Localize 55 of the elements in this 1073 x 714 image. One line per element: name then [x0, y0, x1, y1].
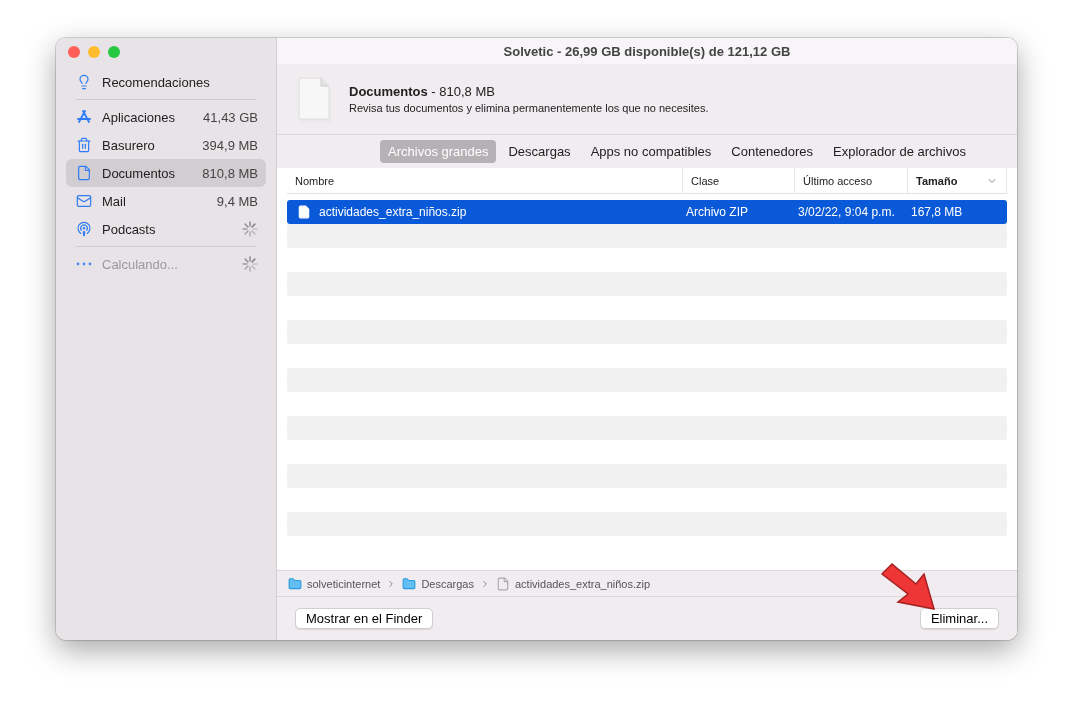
sidebar-item[interactable]: Mail 9,4 MB: [66, 187, 266, 215]
section-description: Revisa tus documentos y elimina permanentemente los que no necesites.: [349, 102, 709, 114]
sidebar-item[interactable]: Podcasts: [66, 215, 266, 243]
folder-icon: [288, 576, 302, 591]
column-header[interactable]: Último acceso: [795, 168, 908, 193]
trash-icon: [76, 137, 92, 153]
sidebar-item-label: Podcasts: [102, 221, 157, 237]
app-store-icon: [76, 109, 92, 125]
table-row[interactable]: actividades_extra_niños.zip Archivo ZIP 3/02/22, 9:04 p.m. 167,8 MB: [287, 200, 1007, 224]
close-button[interactable]: [68, 46, 80, 58]
sidebar-item[interactable]: Recomendaciones: [66, 68, 266, 96]
sidebar-item-size: 41,43 GB: [203, 109, 258, 125]
tab[interactable]: Contenedores: [723, 140, 821, 163]
delete-button[interactable]: Eliminar...: [919, 608, 999, 629]
more-icon: [76, 262, 92, 266]
minimize-button[interactable]: [88, 46, 100, 58]
path-item[interactable]: actividades_extra_niños.zip: [495, 576, 651, 591]
mail-icon: [76, 193, 92, 209]
zoom-button[interactable]: [108, 46, 120, 58]
spinner-icon: [242, 256, 258, 272]
sidebar-item-label: Documentos: [102, 165, 176, 181]
table-cell-text: 167,8 MB: [910, 205, 964, 219]
column-header[interactable]: Nombre: [287, 168, 683, 193]
sidebar-item-label: Mail: [102, 193, 127, 209]
document-icon: [76, 165, 92, 181]
sidebar-item-label: Basurero: [102, 137, 156, 153]
sidebar-item-label: Recomendaciones: [102, 74, 211, 90]
sidebar-item-label: Aplicaciones: [102, 109, 176, 125]
table-cell-text: 3/02/22, 9:04 p.m.: [797, 205, 896, 219]
tab[interactable]: Apps no compatibles: [582, 140, 720, 163]
file-icon: [297, 205, 311, 219]
sidebar-item[interactable]: Aplicaciones 41,43 GB: [66, 103, 266, 131]
path-item[interactable]: Descargas: [402, 576, 474, 591]
file-icon: [495, 576, 510, 591]
arrow-annotation: [880, 562, 938, 612]
show-in-finder-button[interactable]: Mostrar en el Finder: [295, 608, 434, 629]
sidebar-item-size: 394,9 MB: [202, 137, 258, 153]
folder-icon: [402, 576, 417, 591]
sidebar-item-label: Calculando...: [102, 256, 179, 272]
table-cell: actividades_extra_niños.zip: [287, 205, 683, 219]
column-header[interactable]: Clase: [683, 168, 795, 193]
column-header[interactable]: Tamaño: [908, 168, 1007, 193]
spinner-icon: [242, 221, 258, 237]
sidebar-item[interactable]: Documentos 810,8 MB: [66, 159, 266, 187]
tab[interactable]: Explorador de archivos: [825, 140, 974, 163]
tab[interactable]: Descargas: [500, 140, 579, 163]
path-item[interactable]: solveticinternet: [288, 576, 381, 591]
podcast-icon: [76, 221, 92, 237]
sidebar-item-size: 9,4 MB: [216, 193, 258, 209]
sidebar-item-size: 810,8 MB: [202, 165, 258, 181]
section-title: Documentos - 810,8 MB: [349, 84, 496, 99]
table-cell-text: Archivo ZIP: [685, 205, 749, 219]
sidebar-item[interactable]: Basurero 394,9 MB: [66, 131, 266, 159]
lightbulb-icon: [76, 74, 92, 90]
window-title: Solvetic - 26,99 GB disponible(s) de 121,12 GB: [277, 38, 1017, 64]
